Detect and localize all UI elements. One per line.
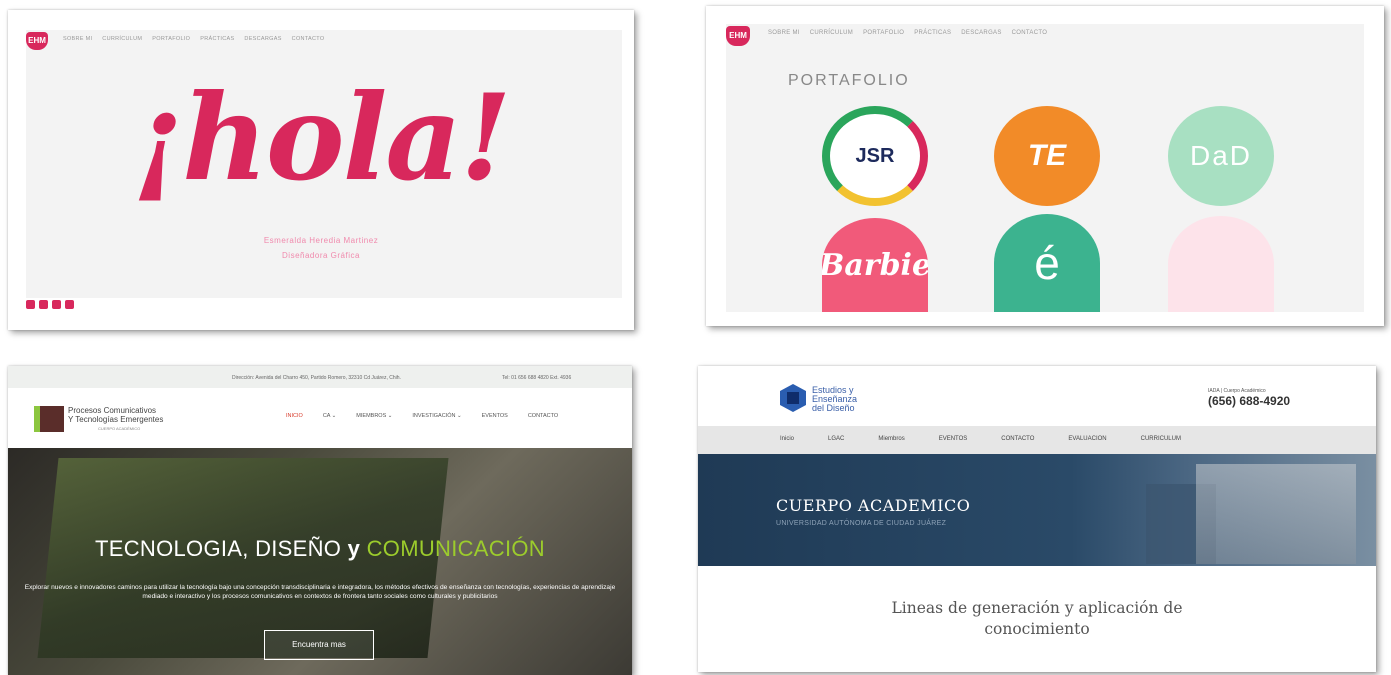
- portfolio-item-te[interactable]: TE: [994, 106, 1100, 206]
- building-image: [1196, 464, 1356, 564]
- nav-item-contacto[interactable]: CONTACTO: [528, 413, 558, 419]
- nav-item-practicas[interactable]: PRÁCTICAS: [914, 30, 951, 36]
- headline-part-3: COMUNICACIÓN: [360, 536, 545, 561]
- main-nav: SOBRE MI CURRÍCULUM PORTAFOLIO PRÁCTICAS…: [63, 36, 324, 42]
- portafolio-site-screenshot: EHM SOBRE MI CURRÍCULUM PORTAFOLIO PRÁCT…: [706, 6, 1384, 326]
- nav-item-eventos[interactable]: EVENTOS: [482, 413, 508, 419]
- nav-item-miembros[interactable]: MIEMBROS ⌄: [356, 413, 392, 419]
- cuerpo-academico-site-screenshot: Estudios y Enseñanza del Diseño IADA | C…: [698, 366, 1376, 672]
- hero-description: Explorar nuevos e innovadores caminos pa…: [24, 584, 616, 600]
- brand-name[interactable]: Estudios y Enseñanza del Diseño: [812, 386, 857, 413]
- designer-role: Diseñadora Gráfica: [282, 251, 360, 260]
- brand-name[interactable]: Procesos Comunicativos Y Tecnologías Eme…: [68, 406, 163, 433]
- portfolio-item-label: é: [1034, 237, 1060, 289]
- nav-item-curriculum[interactable]: CURRICULUM: [1141, 436, 1181, 442]
- nav-item-lgac[interactable]: LGAC: [828, 436, 844, 442]
- phone-text: Tel: 01 656 688 4820 Ext. 4936: [502, 375, 572, 381]
- banner-subtitle: UNIVERSIDAD AUTÓNOMA DE CIUDAD JUÁREZ: [776, 520, 947, 527]
- section-heading: Lineas de generación y aplicación de con…: [698, 598, 1376, 640]
- portfolio-item-label: DaD: [1189, 140, 1252, 171]
- site-logo[interactable]: EHM: [26, 32, 48, 50]
- main-nav: Inicio LGAC Miembros EVENTOS CONTACTO EV…: [698, 426, 1376, 454]
- portfolio-item-jsr[interactable]: JSR: [822, 106, 928, 206]
- social-links: [26, 300, 74, 309]
- portfolio-item-barbie[interactable]: Barbie: [822, 218, 928, 312]
- logo-inner-square: [787, 392, 799, 404]
- linkedin-icon[interactable]: [39, 300, 48, 309]
- top-info-bar: Dirección: Avenida del Charro 450, Parti…: [8, 366, 632, 388]
- nav-item-descargas[interactable]: DESCARGAS: [961, 30, 1001, 36]
- nav-item-inicio[interactable]: INICIO: [286, 413, 303, 419]
- section-heading-line-2: conocimiento: [984, 620, 1090, 638]
- brand-tagline: CUERPO ACADÉMICO: [98, 426, 141, 431]
- site-logo[interactable]: EHM: [726, 26, 750, 46]
- phone-number: (656) 688-4920: [1208, 394, 1291, 408]
- nav-item-miembros[interactable]: Miembros: [878, 436, 904, 442]
- portfolio-item-illustration[interactable]: [1168, 216, 1274, 312]
- banner-title: CUERPO ACADEMICO: [776, 496, 971, 515]
- hero-headline: TECNOLOGIA, DISEÑO y COMUNICACIÓN: [8, 536, 632, 562]
- hero-headline: ¡hola!: [132, 68, 511, 207]
- nav-item-descargas[interactable]: DESCARGAS: [244, 36, 281, 42]
- address-text: Dirección: Avenida del Charro 450, Parti…: [232, 375, 401, 381]
- headline-part-2: y: [347, 536, 361, 561]
- portfolio-item-label: Barbie: [822, 247, 928, 283]
- brand-line-2: Y Tecnologías Emergentes: [68, 415, 164, 424]
- portfolio-item-dad[interactable]: DaD: [1168, 106, 1274, 206]
- nav-item-curriculum[interactable]: CURRÍCULUM: [102, 36, 142, 42]
- instagram-icon[interactable]: [52, 300, 61, 309]
- nav-item-investigacion[interactable]: INVESTIGACIÓN ⌄: [412, 413, 461, 419]
- facebook-icon[interactable]: [26, 300, 35, 309]
- portfolio-item-label: TE: [1027, 139, 1067, 172]
- nav-item-portafolio[interactable]: PORTAFOLIO: [152, 36, 190, 42]
- tecnologia-site-screenshot: Dirección: Avenida del Charro 450, Parti…: [8, 366, 632, 675]
- nav-item-practicas[interactable]: PRÁCTICAS: [200, 36, 234, 42]
- brand-line-3: del Diseño: [812, 403, 855, 413]
- nav-item-portafolio[interactable]: PORTAFOLIO: [863, 30, 904, 36]
- main-nav: INICIO CA ⌄ MIEMBROS ⌄ INVESTIGACIÓN ⌄ E…: [286, 413, 558, 419]
- hola-site-screenshot: EHM SOBRE MI CURRÍCULUM PORTAFOLIO PRÁCT…: [8, 10, 634, 330]
- nav-item-sobre-mi[interactable]: SOBRE MI: [63, 36, 92, 42]
- brand-line-1: Procesos Comunicativos: [68, 406, 157, 415]
- encuentra-mas-button[interactable]: Encuentra mas: [264, 630, 374, 660]
- nav-item-contacto[interactable]: CONTACTO: [1001, 436, 1034, 442]
- nav-item-sobre-mi[interactable]: SOBRE MI: [768, 30, 800, 36]
- nav-item-eventos[interactable]: EVENTOS: [939, 436, 968, 442]
- site-header: Procesos Comunicativos Y Tecnologías Eme…: [8, 388, 632, 448]
- portfolio-item-label: JSR: [855, 144, 895, 167]
- section-title: PORTAFOLIO: [788, 72, 910, 89]
- nav-item-inicio[interactable]: Inicio: [780, 436, 794, 442]
- designer-name: Esmeralda Heredia Martinez: [263, 236, 379, 245]
- nav-item-ca[interactable]: CA ⌄: [323, 413, 336, 419]
- section-heading-line-1: Lineas de generación y aplicación de: [891, 599, 1183, 617]
- portfolio-item-e[interactable]: é: [994, 214, 1100, 312]
- email-icon[interactable]: [65, 300, 74, 309]
- main-nav: SOBRE MI CURRÍCULUM PORTAFOLIO PRÁCTICAS…: [768, 30, 1047, 36]
- nav-item-contacto[interactable]: CONTACTO: [292, 36, 325, 42]
- site-header: Estudios y Enseñanza del Diseño IADA | C…: [698, 366, 1376, 426]
- nav-item-evaluacion[interactable]: EVALUACION: [1068, 436, 1106, 442]
- site-logo[interactable]: [34, 406, 64, 432]
- headline-part-1: TECNOLOGIA, DISEÑO: [95, 536, 348, 561]
- nav-item-contacto[interactable]: CONTACTO: [1012, 30, 1048, 36]
- nav-item-curriculum[interactable]: CURRÍCULUM: [810, 30, 853, 36]
